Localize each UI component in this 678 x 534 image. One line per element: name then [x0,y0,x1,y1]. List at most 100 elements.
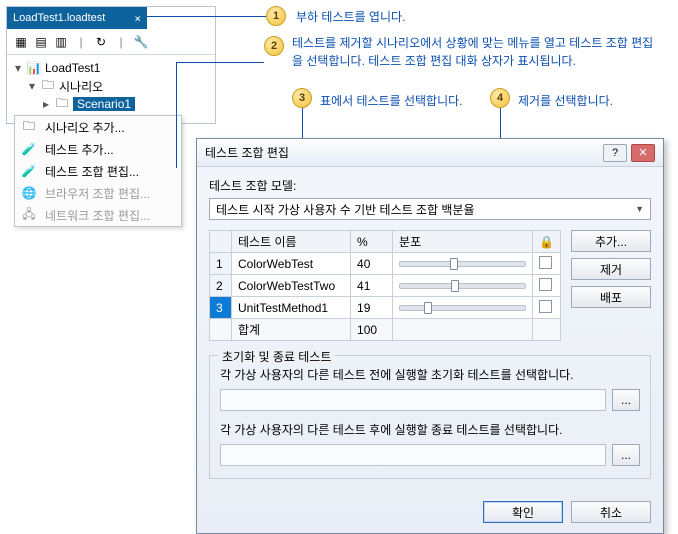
total-rownum [210,319,232,341]
add-test-icon: 🧪 [21,141,37,157]
total-label: 합계 [232,319,351,341]
browser-mix-icon: 🌐 [21,185,37,201]
toolbar-properties-icon[interactable]: 🔧 [133,34,149,50]
grid-total-row: 합계 100 [210,319,561,341]
tab-title: LoadTest1.loadtest [13,12,105,24]
close-button[interactable]: ✕ [631,144,655,162]
init-terminate-group: 초기화 및 종료 테스트 각 가상 사용자의 다른 테스트 전에 실행할 초기화… [209,355,651,479]
lock-checkbox[interactable] [539,278,552,291]
toolbar-icon-3[interactable]: ▥ [53,34,69,50]
add-scenario-icon: 🗀 [21,119,37,135]
grid-header-row: 테스트 이름 % 분포 🔒 [210,231,561,253]
menu-add-test[interactable]: 🧪 테스트 추가... [15,138,181,160]
lock-cell[interactable] [533,253,561,275]
edit-test-mix-dialog: 테스트 조합 편집 ? ✕ 테스트 조합 모델: 테스트 시작 가상 사용자 수… [196,138,664,534]
terminate-test-label: 각 가상 사용자의 다른 테스트 후에 실행할 종료 테스트를 선택합니다. [220,421,640,438]
dialog-body: 테스트 조합 모델: 테스트 시작 가상 사용자 수 기반 테스트 조합 백분율… [197,167,663,491]
test-mix-model-combo[interactable]: 테스트 시작 가상 사용자 수 기반 테스트 조합 백분율 ▼ [209,198,651,220]
tab-close-icon[interactable]: × [134,12,141,25]
grid-row-2[interactable]: 2 ColorWebTestTwo 41 [210,275,561,297]
terminate-test-browse-button[interactable]: ... [612,444,640,466]
lock-checkbox[interactable] [539,256,552,269]
menu-edit-browser-mix[interactable]: 🌐 브라우저 조합 편집... [15,182,181,204]
menu-label: 테스트 추가... [45,141,114,158]
toolbar-separator-2: | [113,34,129,50]
menu-label: 시나리오 추가... [45,119,125,136]
total-lock [533,319,561,341]
expand-icon[interactable]: ▸ [41,97,51,111]
help-button[interactable]: ? [603,144,627,162]
ok-button[interactable]: 확인 [483,501,563,523]
loadtest-tool-window: LoadTest1.loadtest × ▦ ▤ ▥ | ↻ | 🔧 ▾ 📊 L… [6,6,216,124]
chevron-down-icon: ▼ [635,204,644,214]
tool-window-toolbar: ▦ ▤ ▥ | ↻ | 🔧 [7,29,215,55]
tree-scenario-group-row[interactable]: ▾ 🗀 시나리오 [13,77,209,95]
tree-scenario1-row[interactable]: ▸ 🗀 Scenario1 [13,95,209,113]
grid-button-column: 추가... 제거 배포 [571,230,651,341]
grid-row-3[interactable]: 3 UnitTestMethod1 19 [210,297,561,319]
toolbar-refresh-icon[interactable]: ↻ [93,34,109,50]
callout-1-line [146,16,266,17]
loadtest-tab[interactable]: LoadTest1.loadtest × [7,7,147,29]
callout-3-text: 표에서 테스트를 선택합니다. [320,92,480,110]
callout-2-line-h [176,62,264,63]
dist-cell[interactable] [393,253,533,275]
callout-bubble-1: 1 [266,6,286,26]
callout-4-text: 제거를 선택합니다. [518,92,668,110]
col-rownum [210,231,232,253]
menu-edit-test-mix[interactable]: 🧪 테스트 조합 편집... [15,160,181,182]
toolbar-icon-2[interactable]: ▤ [33,34,49,50]
toolbar-icon-1[interactable]: ▦ [13,34,29,50]
menu-edit-network-mix[interactable]: 🖧 네트워크 조합 편집... [15,204,181,226]
lock-checkbox[interactable] [539,300,552,313]
scenario-context-menu: 🗀 시나리오 추가... 🧪 테스트 추가... 🧪 테스트 조합 편집... … [14,115,182,227]
dialog-footer: 확인 취소 [197,491,663,533]
grid-row-1[interactable]: 1 ColorWebTest 40 [210,253,561,275]
tree-root-label: LoadTest1 [45,61,100,75]
row-num: 1 [210,253,232,275]
callout-2-line-v [176,62,177,168]
cancel-button[interactable]: 취소 [571,501,651,523]
loadtest-icon: 📊 [27,61,41,75]
pct-cell[interactable]: 19 [351,297,393,319]
callout-1-text: 부하 테스트를 엽니다. [296,8,656,26]
test-mix-grid: 테스트 이름 % 분포 🔒 1 ColorWebTest 40 2 [209,230,561,341]
test-name-cell: UnitTestMethod1 [232,297,351,319]
folder-icon: 🗀 [41,79,55,93]
menu-label: 브라우저 조합 편집... [45,185,150,202]
edit-test-mix-icon: 🧪 [21,163,37,179]
row-num-selected: 3 [210,297,232,319]
col-lock: 🔒 [533,231,561,253]
remove-button[interactable]: 제거 [571,258,651,280]
add-button[interactable]: 추가... [571,230,651,252]
expand-icon[interactable]: ▾ [13,61,23,75]
dist-cell[interactable] [393,297,533,319]
loadtest-tree: ▾ 📊 LoadTest1 ▾ 🗀 시나리오 ▸ 🗀 Scenario1 [7,55,215,123]
col-percent: % [351,231,393,253]
init-test-browse-button[interactable]: ... [612,389,640,411]
dist-cell[interactable] [393,275,533,297]
callout-2-text: 테스트를 제거할 시나리오에서 상황에 맞는 메뉴를 열고 테스트 조합 편집을… [292,34,662,70]
col-distribution: 분포 [393,231,533,253]
pct-cell[interactable]: 41 [351,275,393,297]
toolbar-separator: | [73,34,89,50]
tree-scenario-group-label: 시나리오 [59,78,103,95]
test-mix-grid-wrap: 테스트 이름 % 분포 🔒 1 ColorWebTest 40 2 [209,230,561,341]
terminate-test-textbox[interactable] [220,444,606,466]
distribute-button[interactable]: 배포 [571,286,651,308]
total-dist [393,319,533,341]
lock-cell[interactable] [533,297,561,319]
test-name-cell: ColorWebTest [232,253,351,275]
scenario-icon: 🗀 [55,97,69,111]
network-mix-icon: 🖧 [21,207,37,223]
pct-cell[interactable]: 40 [351,253,393,275]
menu-add-scenario[interactable]: 🗀 시나리오 추가... [15,116,181,138]
expand-icon[interactable]: ▾ [27,79,37,93]
combo-value: 테스트 시작 가상 사용자 수 기반 테스트 조합 백분율 [216,201,475,218]
dialog-title-text: 테스트 조합 편집 [205,144,289,161]
dialog-titlebar: 테스트 조합 편집 ? ✕ [197,139,663,167]
menu-label: 네트워크 조합 편집... [45,207,150,224]
init-test-textbox[interactable] [220,389,606,411]
lock-cell[interactable] [533,275,561,297]
tree-scenario1-label: Scenario1 [73,97,135,111]
